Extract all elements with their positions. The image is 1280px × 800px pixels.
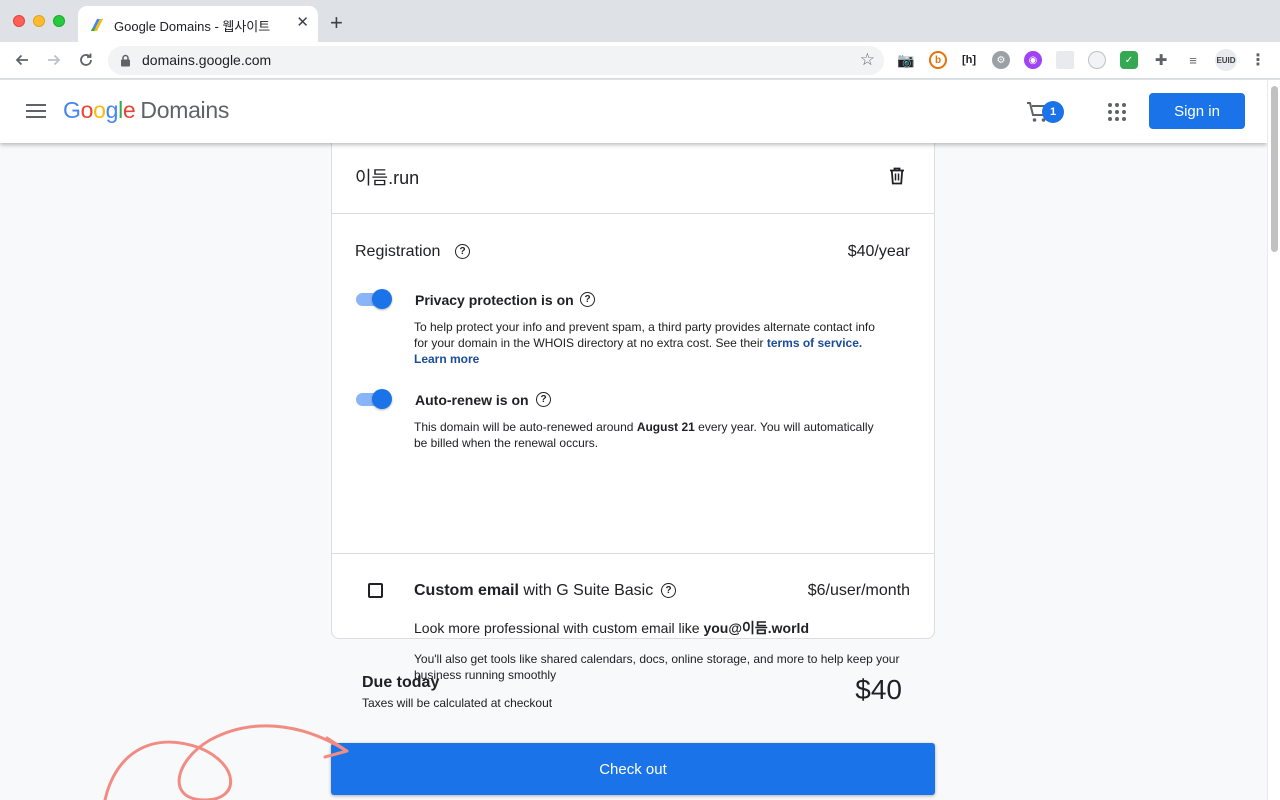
annotation-arrow-icon	[103, 724, 349, 800]
window-close-button[interactable]	[13, 15, 25, 27]
shield-extension-icon[interactable]: ✓	[1120, 51, 1138, 69]
browser-tabstrip: Google Domains - 웹사이트 ✕ +	[0, 0, 1280, 42]
cart-item-card: 이듬.run Registration ? $40/year Privacy p…	[331, 120, 935, 682]
hook-extension-icon[interactable]: [h]	[960, 51, 978, 69]
auto-renew-help-icon[interactable]: ?	[536, 392, 551, 407]
new-tab-icon[interactable]: +	[330, 12, 343, 34]
grid-extension-icon[interactable]	[1056, 51, 1074, 69]
tab-close-icon[interactable]: ✕	[296, 14, 309, 32]
custom-email-price: $6/user/month	[807, 582, 910, 599]
apps-grid-icon[interactable]	[1108, 103, 1126, 121]
browser-toolbar: domains.google.com ☆ 📷 b [h] ⚙ ◉ ✓ ✚ ≡ E…	[0, 42, 1280, 79]
reload-icon[interactable]	[76, 50, 96, 70]
browser-menu-icon[interactable]: ⋮	[1249, 51, 1267, 69]
address-bar[interactable]: domains.google.com ☆	[108, 46, 884, 75]
custom-email-subtitle: Look more professional with custom email…	[414, 620, 809, 636]
registration-price: $40/year	[847, 243, 910, 260]
registration-title: Registration	[355, 243, 441, 260]
custom-email-description: You'll also get tools like shared calend…	[414, 652, 900, 682]
profile-avatar[interactable]: EUID	[1215, 49, 1237, 71]
taxes-note: Taxes will be calculated at checkout	[362, 696, 553, 710]
divider	[332, 213, 934, 214]
app-header: Google Domains 1 Sign in	[0, 80, 1267, 143]
custom-email-checkbox[interactable]	[368, 583, 383, 598]
trash-icon[interactable]	[889, 167, 905, 185]
page-scrollbar[interactable]	[1267, 80, 1280, 800]
circle-extension-icon[interactable]	[1088, 51, 1106, 69]
learn-more-link[interactable]: Learn more	[414, 352, 479, 366]
divider	[332, 553, 934, 554]
scrollbar-thumb[interactable]	[1271, 86, 1278, 252]
google-domains-favicon-icon	[91, 19, 103, 31]
puzzle-extensions-icon[interactable]: ✚	[1152, 51, 1170, 69]
bookmark-star-icon[interactable]: ☆	[860, 51, 875, 69]
check-out-button[interactable]: Check out	[331, 743, 935, 795]
window-zoom-button[interactable]	[53, 15, 65, 27]
privacy-description: To help protect your info and prevent sp…	[414, 320, 875, 366]
privacy-help-icon[interactable]: ?	[580, 292, 595, 307]
privacy-protection-title: Privacy protection is on	[415, 292, 574, 308]
b-extension-icon[interactable]: b	[929, 51, 947, 69]
sign-in-button[interactable]: Sign in	[1149, 93, 1245, 129]
window-minimize-button[interactable]	[33, 15, 45, 27]
forward-icon[interactable]	[44, 50, 64, 70]
auto-renew-toggle[interactable]	[356, 389, 392, 409]
page-viewport: Google Domains 1 Sign in 이듬.run Registrat…	[0, 80, 1267, 800]
tab-title: Google Domains - 웹사이트	[114, 19, 271, 34]
custom-email-help-icon[interactable]: ?	[661, 583, 676, 598]
auto-renew-description: This domain will be auto-renewed around …	[414, 420, 874, 450]
due-today-title: Due today	[362, 674, 440, 691]
cart-count-badge: 1	[1042, 101, 1064, 123]
registration-help-icon[interactable]: ?	[455, 244, 470, 259]
back-icon[interactable]	[12, 50, 32, 70]
hamburger-menu-icon[interactable]	[26, 104, 46, 118]
gear-extension-icon[interactable]: ⚙	[992, 51, 1010, 69]
custom-email-title: Custom email with G Suite Basic	[414, 582, 654, 599]
purple-extension-icon[interactable]: ◉	[1024, 51, 1042, 69]
terms-of-service-link[interactable]: terms of service.	[767, 336, 862, 350]
camera-extension-icon[interactable]: 📷	[897, 51, 915, 69]
due-amount: $40	[855, 674, 902, 705]
google-domains-logo[interactable]: Google Domains	[63, 97, 229, 124]
auto-renew-title: Auto-renew is on	[415, 392, 529, 408]
domain-name: 이듬.run	[355, 168, 420, 188]
media-list-icon[interactable]: ≡	[1184, 51, 1202, 69]
url-text: domains.google.com	[142, 52, 272, 68]
browser-tab-active[interactable]: Google Domains - 웹사이트 ✕	[78, 6, 318, 42]
lock-icon	[121, 54, 130, 67]
privacy-protection-toggle[interactable]	[356, 289, 392, 309]
